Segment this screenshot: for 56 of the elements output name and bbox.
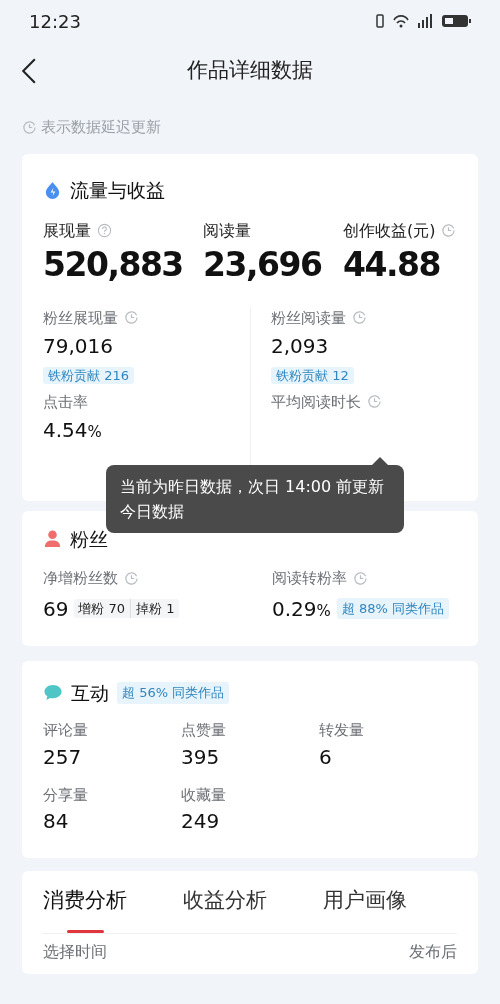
metric-label: 阅读转粉率 <box>272 568 347 589</box>
metric-value: 257 <box>43 743 83 771</box>
section-title: 粉丝 <box>70 526 108 552</box>
metric-label: 收藏量 <box>181 784 227 806</box>
metric-label: 转发量 <box>319 720 365 741</box>
back-icon[interactable] <box>22 58 36 84</box>
tooltip: 当前为昨日数据，次日 14:00 前更新今日数据 <box>106 465 404 533</box>
metric-value: 0.29% <box>272 595 331 623</box>
section-title: 流量与收益 <box>70 178 165 203</box>
metric-value: 249 <box>181 808 221 835</box>
comparison-tag: 铁粉贡献 216 <box>43 367 134 384</box>
metric-label: 平均阅读时长 <box>271 391 361 413</box>
metric-label: 点击率 <box>43 391 88 413</box>
metric-value: 4.54% <box>43 417 103 444</box>
status-time: 12:23 <box>29 9 81 34</box>
metric-value: 79,016 <box>43 333 114 360</box>
wifi-icon <box>393 14 409 28</box>
comparison-tag: 超 88% 同类作品 <box>336 597 449 620</box>
tab[interactable]: 收益分析 <box>183 885 267 933</box>
breakdown-text: 增粉 70 <box>78 599 126 618</box>
metric-value: 69 <box>43 595 69 623</box>
metric-value: 6 <box>319 743 333 771</box>
signal-icon <box>417 14 433 28</box>
tab[interactable]: 消费分析 <box>43 885 127 933</box>
metric-label: 评论量 <box>43 720 89 741</box>
metric-label: 净增粉丝数 <box>43 568 118 589</box>
lightning-drop-icon <box>43 180 62 200</box>
metric-value: 23,696 <box>203 243 323 286</box>
filter-label: 选择时间 <box>43 940 107 963</box>
clock-icon <box>22 119 37 135</box>
metric-value: 44.88 <box>343 243 441 286</box>
person-icon <box>43 529 62 549</box>
metric-value: 84 <box>43 808 70 835</box>
speech-bubble-icon <box>43 683 63 703</box>
metric-label: 粉丝阅读量 <box>271 307 346 329</box>
battery-icon <box>441 14 471 28</box>
comparison-tag: 超 56% 同类作品 <box>117 682 230 704</box>
comparison-tag: 铁粉贡献 12 <box>271 367 354 384</box>
metric-label: 创作收益(元) <box>343 219 436 242</box>
metric-label: 展现量 <box>43 219 91 242</box>
tooltip-pointer <box>372 457 388 465</box>
vibrate-icon <box>375 13 385 29</box>
page-title: 作品详细数据 <box>187 57 313 85</box>
metric-value: 2,093 <box>271 333 330 360</box>
delay-note: 表示数据延迟更新 <box>41 116 161 138</box>
metric-value: 395 <box>181 743 221 771</box>
metric-value: 520,883 <box>43 243 184 286</box>
metric-label: 分享量 <box>43 784 89 806</box>
breakdown-text: 掉粉 1 <box>130 598 175 619</box>
clock-icon <box>441 223 457 238</box>
filter-value[interactable]: 发布后 <box>409 939 457 964</box>
metric-label: 阅读量 <box>203 219 251 242</box>
metric-label: 点赞量 <box>181 720 227 741</box>
section-title: 互动 <box>71 680 109 706</box>
tab[interactable]: 用户画像 <box>323 885 407 933</box>
metric-label: 粉丝展现量 <box>43 307 118 329</box>
